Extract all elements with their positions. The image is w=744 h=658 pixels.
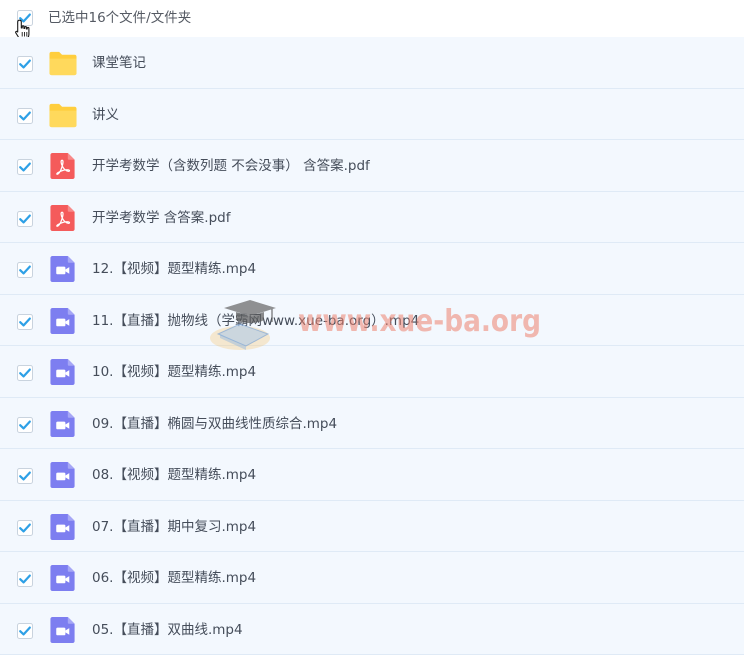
file-name[interactable]: 开学考数学 含答案.pdf xyxy=(92,209,230,227)
file-row[interactable]: 11.【直播】抛物线（学霸网www.xue-ba.org）.mp4 xyxy=(0,294,744,346)
video-icon xyxy=(50,255,75,283)
row-checkbox[interactable] xyxy=(17,468,33,484)
row-checkbox[interactable] xyxy=(17,107,33,124)
file-name[interactable]: 08.【视频】题型精练.mp4 xyxy=(92,466,256,484)
row-checkbox[interactable] xyxy=(17,313,33,330)
video-icon xyxy=(50,307,75,334)
video-icon xyxy=(50,410,75,437)
selection-count-label: 已选中16个文件/文件夹 xyxy=(48,10,192,26)
file-row[interactable]: 10.【视频】题型精练.mp4 xyxy=(0,346,744,398)
file-row[interactable]: 12.【视频】题型精练.mp4 xyxy=(0,243,744,295)
file-row[interactable]: 09.【直播】椭圆与双曲线性质综合.mp4 xyxy=(0,397,744,449)
pdf-icon xyxy=(50,204,75,231)
folder-row[interactable]: 讲义 xyxy=(0,88,744,140)
file-row[interactable]: 08.【视频】题型精练.mp4 xyxy=(0,449,744,501)
video-icon xyxy=(50,564,75,592)
video-icon xyxy=(50,513,75,540)
file-name[interactable]: 12.【视频】题型精练.mp4 xyxy=(92,260,256,278)
video-icon xyxy=(50,616,75,643)
file-row[interactable]: 05.【直播】双曲线.mp4 xyxy=(0,603,744,655)
row-checkbox[interactable] xyxy=(17,56,33,72)
folder-icon xyxy=(49,51,77,76)
file-name[interactable]: 10.【视频】题型精练.mp4 xyxy=(92,363,256,381)
file-name[interactable]: 课堂笔记 xyxy=(92,54,146,72)
file-name[interactable]: 讲义 xyxy=(92,106,119,124)
file-name[interactable]: 开学考数学（含数列题 不会没事） 含答案.pdf xyxy=(92,157,370,175)
pdf-icon xyxy=(50,152,75,180)
row-checkbox[interactable] xyxy=(17,571,33,587)
file-list: 课堂笔记讲义开学考数学（含数列题 不会没事） 含答案.pdf 开学考数学 含答案.… xyxy=(0,37,744,655)
file-row[interactable]: 开学考数学 含答案.pdf xyxy=(0,191,744,243)
row-checkbox[interactable] xyxy=(17,416,33,433)
row-checkbox[interactable] xyxy=(17,519,33,536)
selection-header: 已选中16个文件/文件夹 xyxy=(0,0,744,41)
file-manager: 已选中16个文件/文件夹 课堂笔记讲义开学考数学（含数列题 不会没事） 含答案.… xyxy=(0,0,744,658)
folder-row[interactable]: 课堂笔记 xyxy=(0,37,744,89)
file-name[interactable]: 06.【视频】题型精练.mp4 xyxy=(92,569,256,587)
row-checkbox[interactable] xyxy=(17,365,33,381)
file-row[interactable]: 06.【视频】题型精练.mp4 xyxy=(0,552,744,604)
video-icon xyxy=(50,358,75,386)
folder-icon xyxy=(49,103,77,127)
row-checkbox[interactable] xyxy=(17,210,33,227)
video-icon xyxy=(50,461,75,489)
file-name[interactable]: 11.【直播】抛物线（学霸网www.xue-ba.org）.mp4 xyxy=(92,312,419,330)
file-name[interactable]: 07.【直播】期中复习.mp4 xyxy=(92,518,256,536)
row-checkbox[interactable] xyxy=(17,622,33,639)
file-row[interactable]: 07.【直播】期中复习.mp4 xyxy=(0,500,744,552)
file-row[interactable]: 开学考数学（含数列题 不会没事） 含答案.pdf xyxy=(0,140,744,192)
file-name[interactable]: 09.【直播】椭圆与双曲线性质综合.mp4 xyxy=(92,415,337,433)
row-checkbox[interactable] xyxy=(17,159,33,175)
row-checkbox[interactable] xyxy=(17,262,33,278)
file-name[interactable]: 05.【直播】双曲线.mp4 xyxy=(92,621,243,639)
